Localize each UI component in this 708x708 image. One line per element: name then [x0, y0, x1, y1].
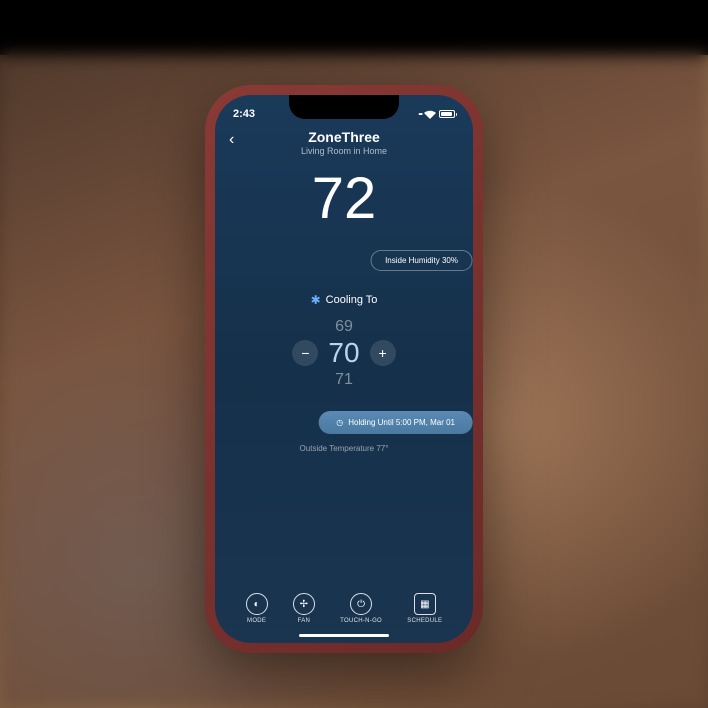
- humidity-pill[interactable]: Inside Humidity 30%: [370, 250, 473, 271]
- fan-icon: ✢: [293, 593, 315, 615]
- zone-title: ZoneThree: [215, 129, 473, 145]
- battery-icon: [439, 110, 455, 118]
- back-button[interactable]: ‹: [229, 131, 234, 149]
- home-indicator[interactable]: [299, 634, 389, 637]
- outdoor-temperature: Outside Temperature 77°: [215, 444, 473, 453]
- decrease-temp-button[interactable]: −: [292, 340, 318, 366]
- wifi-icon: [424, 110, 436, 119]
- current-temperature: 72°: [215, 170, 473, 228]
- hold-label: Holding Until 5:00 PM, Mar 01: [348, 418, 455, 427]
- increase-temp-button[interactable]: +: [370, 340, 396, 366]
- touchngo-icon: ⏻: [350, 593, 372, 615]
- schedule-icon: ▦: [414, 593, 436, 615]
- hold-schedule-button[interactable]: ◷ Holding Until 5:00 PM, Mar 01: [318, 411, 473, 434]
- nav-touch-n-go[interactable]: ⏻ TOUCH-N-GO: [340, 593, 382, 624]
- clock-icon: ◷: [336, 418, 343, 427]
- nav-fan-label: FAN: [298, 618, 311, 624]
- nav-mode-label: MODE: [247, 618, 266, 624]
- snowflake-icon: ✱: [311, 293, 321, 307]
- notch: [289, 95, 399, 119]
- status-time: 2:43: [233, 108, 273, 120]
- nav-mode[interactable]: ◐ MODE: [246, 593, 268, 624]
- bottom-nav: ◐ MODE ✢ FAN ⏻ TOUCH-N-GO ▦ SCHEDULE: [215, 581, 473, 630]
- nav-schedule[interactable]: ▦ SCHEDULE: [407, 593, 442, 624]
- app-screen: 2:43 ··· ‹ ZoneThree Living Room in Home…: [215, 95, 473, 643]
- status-icons: ···: [418, 107, 455, 121]
- nav-fan[interactable]: ✢ FAN: [293, 593, 315, 624]
- current-temp-value: 72: [312, 166, 377, 231]
- humidity-label: Inside Humidity 30%: [385, 256, 458, 265]
- zone-header: ‹ ZoneThree Living Room in Home: [215, 125, 473, 158]
- phone-frame: 2:43 ··· ‹ ZoneThree Living Room in Home…: [209, 89, 479, 649]
- cooling-section: ✱ Cooling To − 69 70 71 +: [215, 293, 473, 389]
- cooling-to-text: Cooling To: [326, 294, 378, 306]
- cooling-label: ✱ Cooling To: [215, 293, 473, 307]
- temp-picker: − 69 70 71 +: [215, 317, 473, 389]
- mode-icon: ◐: [246, 593, 268, 615]
- nav-touchngo-label: TOUCH-N-GO: [340, 618, 382, 624]
- temp-stack[interactable]: 69 70 71: [328, 317, 359, 389]
- temp-selected: 70: [328, 336, 359, 370]
- zone-subtitle: Living Room in Home: [215, 146, 473, 156]
- nav-schedule-label: SCHEDULE: [407, 618, 442, 624]
- menu-dots-icon: ···: [418, 107, 421, 121]
- temp-option-above: 69: [328, 317, 359, 336]
- temp-option-below: 71: [328, 370, 359, 389]
